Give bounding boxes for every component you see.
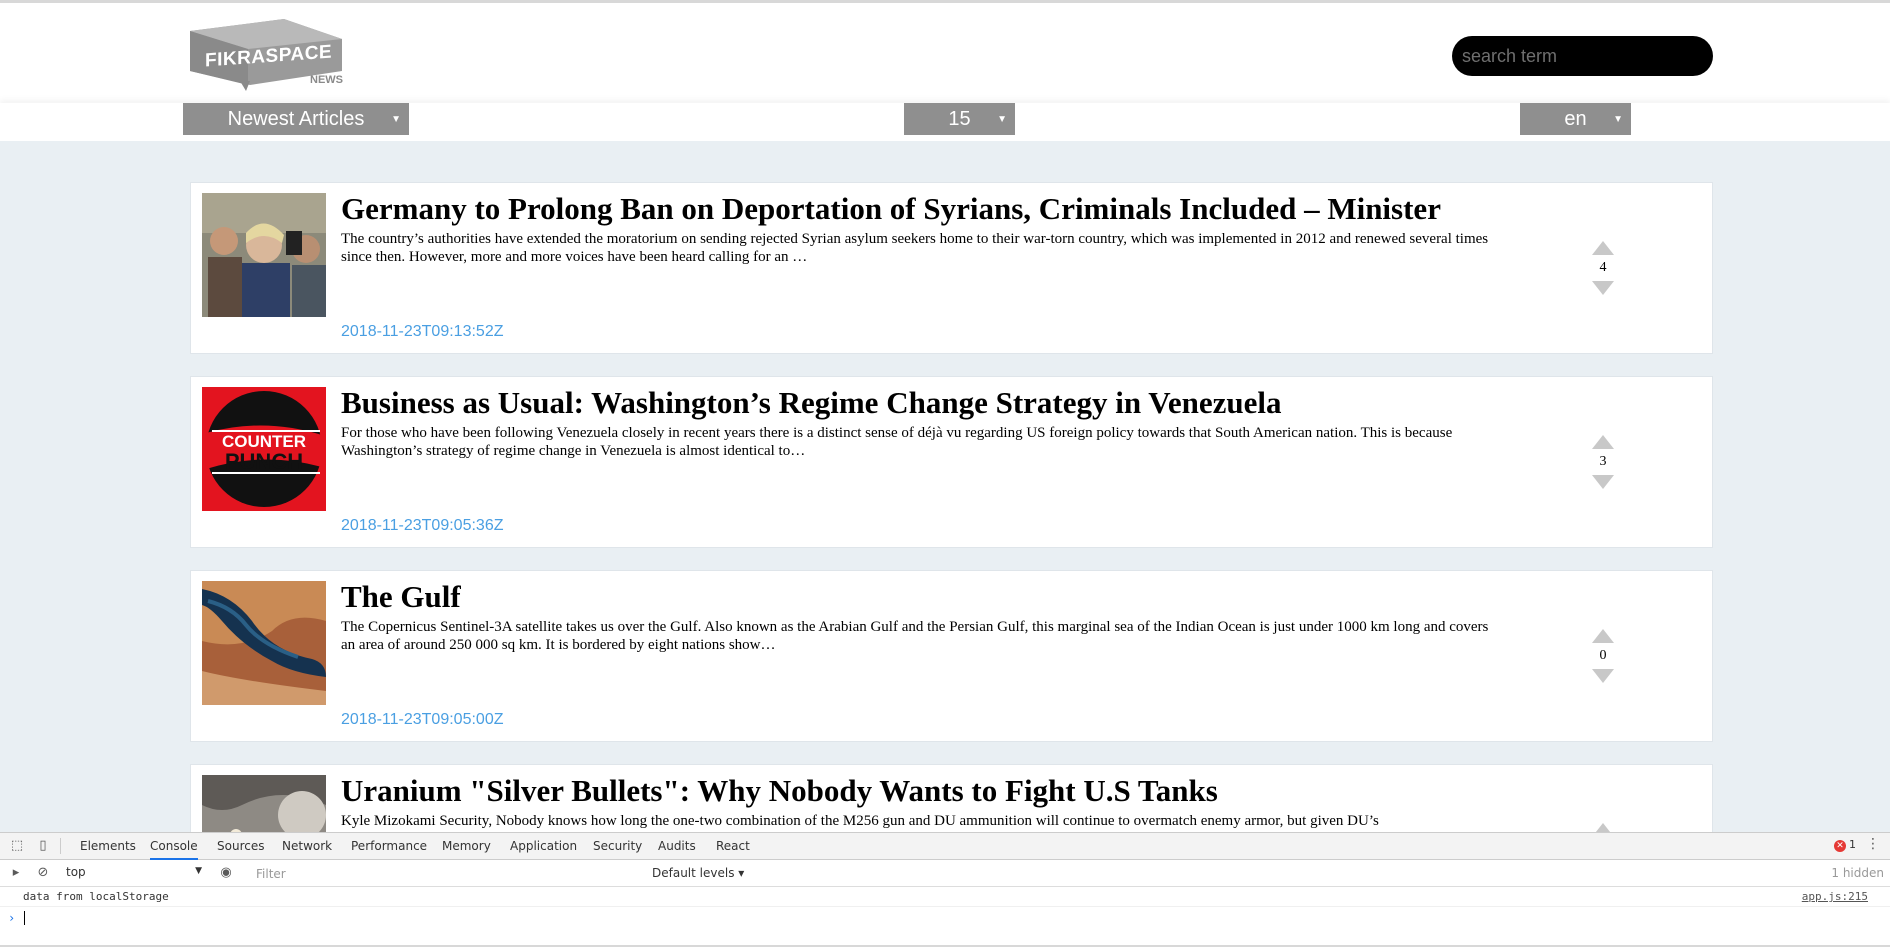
logo-subtitle: NEWS bbox=[310, 74, 343, 86]
upvote-icon[interactable] bbox=[1592, 823, 1614, 832]
tab-network[interactable]: Network bbox=[282, 833, 332, 860]
console-filter-input[interactable] bbox=[250, 864, 646, 883]
chevron-down-icon: ▼ bbox=[195, 866, 202, 876]
article-title[interactable]: Business as Usual: Washington’s Regime C… bbox=[341, 385, 1281, 421]
article-card[interactable]: COUNTER PUNCH Business as Usual: Washing… bbox=[190, 376, 1713, 548]
article-title[interactable]: The Gulf bbox=[341, 579, 461, 615]
vote-widget: 3 bbox=[1591, 435, 1615, 491]
article-card[interactable]: The Gulf The Copernicus Sentinel-3A sate… bbox=[190, 570, 1713, 742]
filter-bar: Newest Articles ▼ 15 ▼ en ▼ bbox=[0, 103, 1890, 141]
sidebar-toggle-icon[interactable]: ▸ bbox=[7, 864, 25, 882]
article-card[interactable]: Uranium "Silver Bullets": Why Nobody Wan… bbox=[190, 764, 1713, 832]
tab-application[interactable]: Application bbox=[510, 833, 577, 860]
hidden-count: 1 hidden bbox=[1831, 866, 1884, 880]
upvote-icon[interactable] bbox=[1592, 241, 1614, 255]
thumbnail-text-punch: PUNCH bbox=[225, 449, 303, 474]
log-levels-select[interactable]: Default levels ▾ bbox=[652, 866, 744, 880]
article-thumbnail[interactable] bbox=[202, 775, 326, 832]
sort-select[interactable]: Newest Articles ▼ bbox=[183, 103, 409, 135]
upvote-icon[interactable] bbox=[1592, 435, 1614, 449]
console-prompt-icon: › bbox=[8, 911, 16, 925]
divider bbox=[60, 838, 61, 854]
vote-widget: 0 bbox=[1591, 629, 1615, 685]
downvote-icon[interactable] bbox=[1592, 669, 1614, 683]
tab-elements[interactable]: Elements bbox=[80, 833, 136, 860]
article-summary: For those who have been following Venezu… bbox=[341, 425, 1453, 459]
inspect-element-icon[interactable]: ⬚ bbox=[8, 837, 26, 855]
vote-count: 3 bbox=[1599, 454, 1607, 469]
count-select[interactable]: 15 ▼ bbox=[904, 103, 1015, 135]
article-list: Germany to Prolong Ban on Deportation of… bbox=[0, 141, 1890, 832]
chevron-down-icon: ▼ bbox=[997, 114, 1007, 125]
vote-count: 0 bbox=[1599, 648, 1607, 663]
clear-console-icon[interactable]: ⊘ bbox=[34, 864, 52, 882]
article-thumbnail[interactable] bbox=[202, 581, 326, 705]
article-title[interactable]: Uranium "Silver Bullets": Why Nobody Wan… bbox=[341, 773, 1218, 809]
vote-count: 4 bbox=[1599, 260, 1607, 275]
tab-sources[interactable]: Sources bbox=[217, 833, 264, 860]
error-count: 1 bbox=[1849, 838, 1856, 851]
tab-security[interactable]: Security bbox=[593, 833, 642, 860]
console-message-text: data from localStorage bbox=[23, 890, 169, 903]
site-header: FIKRASPACE NEWS bbox=[0, 3, 1890, 103]
console-toolbar: ▸ ⊘ top ▼ ◉ Default levels ▾ 1 hidden bbox=[0, 860, 1890, 887]
device-toolbar-icon[interactable]: ▯ bbox=[34, 837, 52, 855]
vote-widget bbox=[1591, 823, 1615, 832]
language-select[interactable]: en ▼ bbox=[1520, 103, 1631, 135]
downvote-icon[interactable] bbox=[1592, 281, 1614, 295]
more-options-icon[interactable]: ⋮ bbox=[1866, 836, 1880, 852]
article-summary: The country’s authorities have extended … bbox=[341, 231, 1489, 265]
downvote-icon[interactable] bbox=[1592, 475, 1614, 489]
tab-performance[interactable]: Performance bbox=[351, 833, 427, 860]
chevron-down-icon: ▼ bbox=[391, 114, 401, 125]
article-date: 2018-11-23T09:05:00Z bbox=[341, 711, 504, 728]
article-title[interactable]: Germany to Prolong Ban on Deportation of… bbox=[341, 191, 1441, 227]
article-summary: Kyle Mizokami Security, Nobody knows how… bbox=[341, 813, 1379, 829]
console-input-caret[interactable] bbox=[24, 911, 25, 925]
context-select[interactable]: top ▼ bbox=[66, 865, 202, 882]
sort-select-value: Newest Articles bbox=[227, 107, 365, 130]
error-icon: ✕ bbox=[1834, 840, 1846, 852]
upvote-icon[interactable] bbox=[1592, 629, 1614, 643]
eye-icon[interactable]: ◉ bbox=[217, 864, 235, 882]
tab-memory[interactable]: Memory bbox=[442, 833, 491, 860]
vote-widget: 4 bbox=[1591, 241, 1615, 297]
devtools-panel: ⬚ ▯ Elements Console Sources Network Perform… bbox=[0, 832, 1890, 947]
article-card[interactable]: Germany to Prolong Ban on Deportation of… bbox=[190, 182, 1713, 354]
tab-react[interactable]: React bbox=[716, 833, 750, 860]
context-select-value: top bbox=[66, 865, 86, 879]
count-select-value: 15 bbox=[948, 107, 971, 130]
article-date: 2018-11-23T09:13:52Z bbox=[341, 323, 504, 340]
console-message: data from localStorage app.js:215 bbox=[0, 887, 1890, 907]
chevron-down-icon: ▼ bbox=[1613, 114, 1623, 125]
tab-console[interactable]: Console bbox=[150, 833, 198, 860]
search-input[interactable] bbox=[1452, 36, 1713, 76]
tab-audits[interactable]: Audits bbox=[658, 833, 696, 860]
article-summary: The Copernicus Sentinel-3A satellite tak… bbox=[341, 619, 1489, 653]
article-thumbnail[interactable] bbox=[202, 193, 326, 317]
article-thumbnail[interactable]: COUNTER PUNCH bbox=[202, 387, 326, 511]
devtools-tab-bar: ⬚ ▯ Elements Console Sources Network Perform… bbox=[0, 833, 1890, 860]
language-select-value: en bbox=[1564, 107, 1587, 130]
error-counter[interactable]: ✕ 1 bbox=[1834, 838, 1856, 852]
console-message-source[interactable]: app.js:215 bbox=[1802, 890, 1868, 903]
article-date: 2018-11-23T09:05:36Z bbox=[341, 517, 504, 534]
